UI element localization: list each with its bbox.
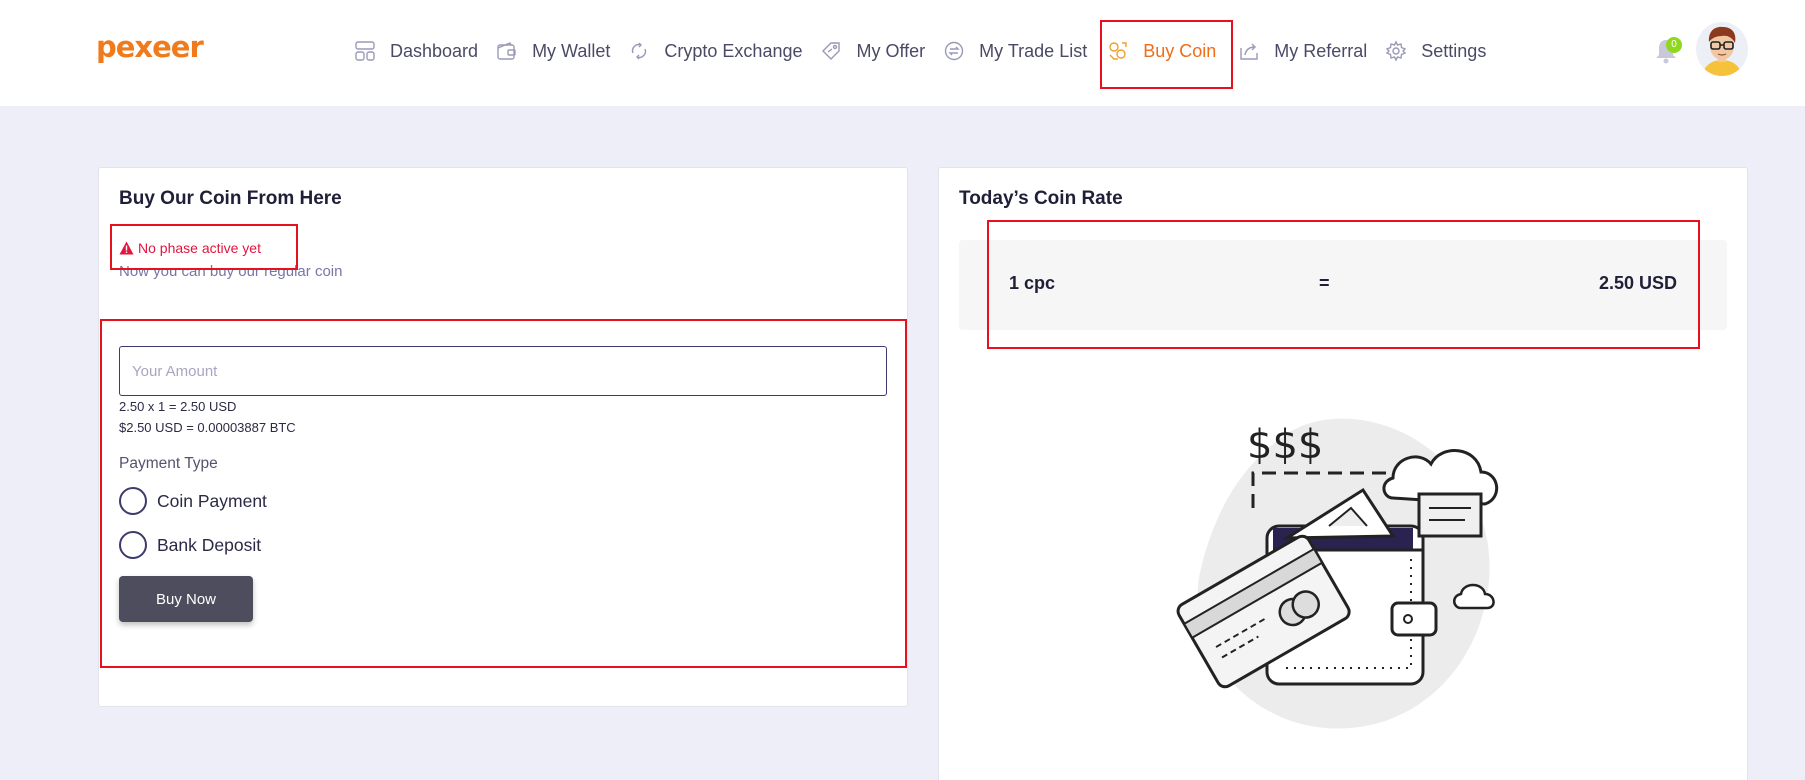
buy-coin-card: Buy Our Coin From Here No phase active y… [98,167,908,707]
buy-subtext: Now you can buy our regular coin [119,263,343,280]
radio-label-bank-deposit: Bank Deposit [157,534,262,555]
nav-label-settings: Settings [1421,40,1487,61]
radio-coin-payment[interactable]: Coin Payment [119,487,267,515]
rate-equals-sign: = [1319,273,1330,293]
alert-text: No phase active yet [138,240,261,256]
nav-label-my-trade-list: My Trade List [979,40,1088,61]
payment-type-label: Payment Type [119,455,218,472]
nav-item-my-offer[interactable]: My Offer [820,34,925,68]
radio-circle-bank-deposit[interactable] [119,531,147,559]
gear-icon [1386,40,1407,62]
nav-item-my-referral[interactable]: My Referral [1238,34,1367,68]
radio-label-coin-payment: Coin Payment [157,490,267,511]
calc-line-1: 2.50 x 1 = 2.50 USD [119,399,237,414]
offer-tag-icon [822,42,841,60]
coin-rate-card: Today’s Coin Rate 1 cpc = 2.50 USD $$$ [938,167,1748,780]
dashboard-icon [355,41,375,61]
main-nav: Dashboard My Wallet Crypto Exchange My O… [354,34,1504,68]
nav-item-crypto-exchange[interactable]: Crypto Exchange [628,34,802,68]
nav-label-buy-coin: Buy Coin [1143,40,1217,61]
radio-bank-deposit[interactable]: Bank Deposit [119,531,261,559]
nav-label-my-offer: My Offer [856,40,926,61]
nav-item-settings[interactable]: Settings [1385,34,1486,68]
dollar-signs-text: $$$ [1247,422,1323,468]
rate-coin-amount: 1 cpc [1009,273,1056,293]
rate-usd-value: 2.50 USD [1598,273,1677,293]
coins-icon [1109,42,1127,60]
exchange-icon [632,42,647,60]
nav-item-dashboard[interactable]: Dashboard [354,34,478,68]
rate-card-title: Today’s Coin Rate [959,188,1123,209]
buy-card-title: Buy Our Coin From Here [119,188,342,209]
nav-item-buy-coin[interactable]: Buy Coin [1107,34,1216,68]
coin-rate-box: 1 cpc = 2.50 USD [959,240,1727,330]
calc-line-2: $2.50 USD = 0.00003887 BTC [119,420,296,435]
nav-label-my-referral: My Referral [1274,40,1368,61]
user-avatar-icon [1702,26,1742,76]
nav-item-my-trade-list[interactable]: My Trade List [943,34,1087,68]
wallet-cards-illustration: $$$ [1176,418,1498,729]
buy-now-button[interactable]: Buy Now [119,576,253,622]
nav-item-my-wallet[interactable]: My Wallet [496,34,610,68]
referral-share-icon [1240,43,1258,60]
radio-circle-coin-payment[interactable] [119,487,147,515]
avatar[interactable] [1696,22,1748,76]
no-phase-alert: No phase active yet [119,240,261,256]
nav-label-dashboard: Dashboard [390,40,479,61]
warning-icon [119,241,134,255]
wallet-icon [497,42,516,60]
notification-count-badge: 0 [1666,37,1682,53]
top-navigation-bar: pexeer Dashboard My Wallet Crypto Exchan… [0,0,1805,106]
amount-input[interactable] [119,346,887,396]
trade-cycle-icon [944,41,964,61]
nav-label-my-wallet: My Wallet [532,40,611,61]
pexeer-logo[interactable]: pexeer [96,30,204,64]
nav-label-crypto-exchange: Crypto Exchange [664,40,803,61]
